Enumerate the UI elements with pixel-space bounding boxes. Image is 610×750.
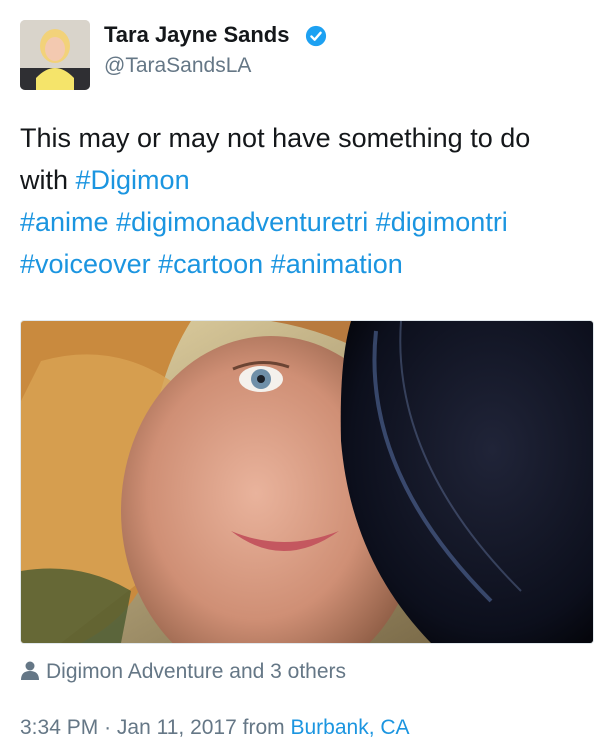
tweet-text-line-2: with #Digimon [20,159,590,201]
hashtag-link[interactable]: #voiceover [20,249,151,279]
tagged-users[interactable]: Digimon Adventure and 3 others [20,660,346,684]
tweet-text: This may or may not have something to do… [20,117,590,285]
tagged-users-label: Digimon Adventure and 3 others [46,660,347,683]
hashtag-link[interactable]: #Digimon [76,165,190,195]
hashtag-link[interactable]: #digimontri [376,207,508,237]
tweet-meta: 3:34 PM · Jan 11, 2017 from Burbank, CA [20,716,410,740]
tweet-time[interactable]: 3:34 PM [20,716,98,739]
from-label: from [242,716,285,739]
author-handle[interactable]: @TaraSandsLA [104,54,251,78]
hashtag-link[interactable]: #anime [20,207,109,237]
hashtag-link[interactable]: #digimonadventuretri [116,207,368,237]
author-avatar[interactable] [20,20,90,90]
tweet-date[interactable]: Jan 11, 2017 [117,716,237,739]
meta-separator: · [104,716,112,739]
tweet-photo[interactable] [20,320,594,644]
tweet-text-line-1: This may or may not have something to do [20,123,531,153]
profile-photo-icon [20,20,90,90]
tweet-text-plain: with [20,165,76,195]
photo-image [21,321,593,643]
hashtag-link[interactable]: #animation [271,249,403,279]
verified-badge-icon [305,25,327,47]
tweet-location-link[interactable]: Burbank, CA [290,716,409,739]
tweet-text-line-3: #anime #digimonadventuretri #digimontri [20,201,590,243]
author-display-name[interactable]: Tara Jayne Sands [104,22,289,48]
tweet-text-line-4: #voiceover #cartoon #animation [20,243,590,285]
hashtag-link[interactable]: #cartoon [158,249,263,279]
person-icon [21,661,39,680]
